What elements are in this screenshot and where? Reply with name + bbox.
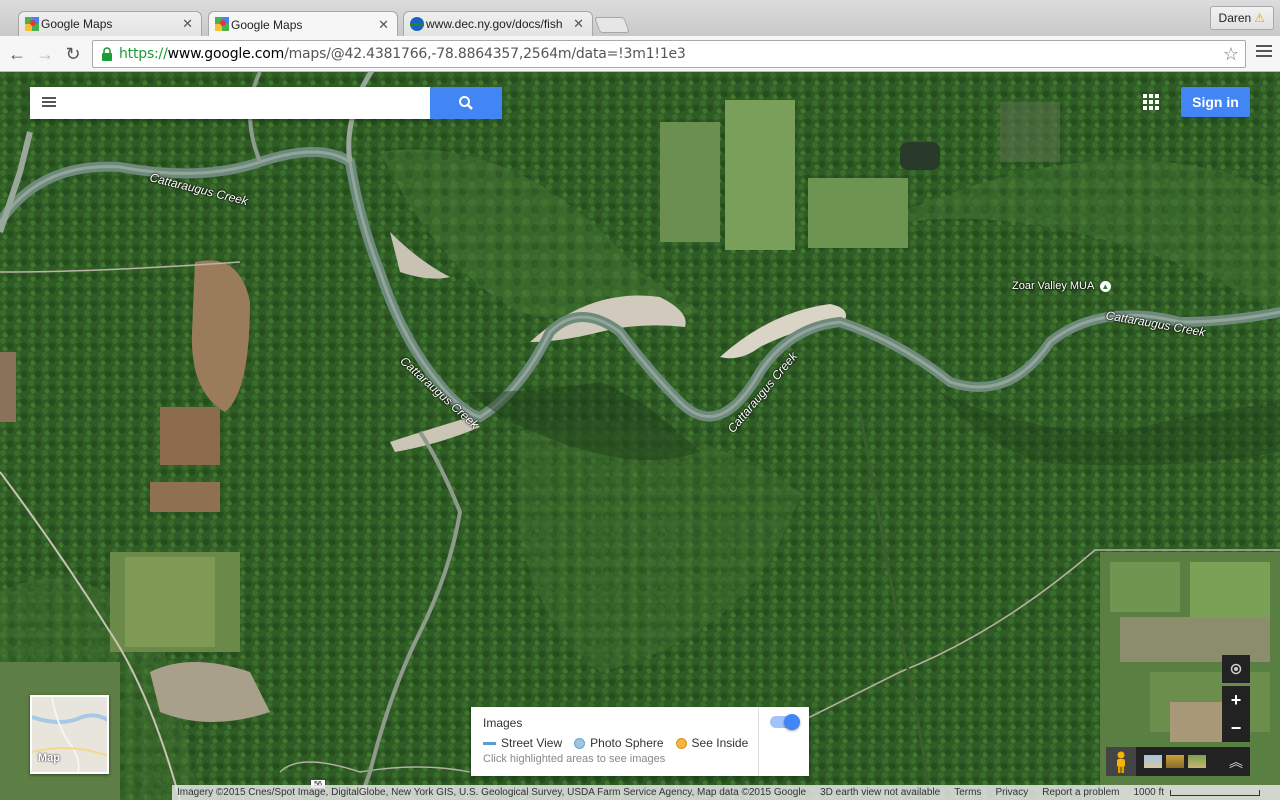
tab-close-icon[interactable]: ✕ bbox=[378, 17, 389, 33]
panel-divider bbox=[758, 707, 759, 776]
see-inside-dot-icon bbox=[675, 737, 687, 749]
sign-in-button[interactable]: Sign in bbox=[1181, 87, 1250, 117]
photo-sphere-dot-icon bbox=[574, 737, 586, 749]
tab-strip: Google Maps ✕ Google Maps ✕ www.dec.ny.g… bbox=[0, 0, 1280, 37]
street-view-line-icon bbox=[483, 741, 496, 745]
my-location-icon bbox=[1230, 663, 1242, 675]
google-maps-favicon-icon bbox=[215, 17, 229, 31]
minimap-label: Map bbox=[38, 752, 60, 764]
imagery-thumbnail[interactable] bbox=[1188, 755, 1206, 768]
google-maps-favicon-icon bbox=[25, 17, 39, 31]
poi-label-text: Zoar Valley MUA bbox=[1012, 280, 1094, 292]
poi-label[interactable]: Zoar Valley MUA ▲ bbox=[1012, 280, 1111, 292]
search-icon bbox=[459, 96, 473, 110]
imagery-thumbnail[interactable] bbox=[1144, 755, 1162, 768]
legend-photo-sphere: Photo Sphere bbox=[574, 736, 664, 750]
url-path: /maps/@42.4381766,-78.8864357,2564m/data… bbox=[284, 46, 686, 62]
images-legend: Street View Photo Sphere See Inside bbox=[483, 736, 748, 750]
tab-google-maps-2[interactable]: Google Maps ✕ bbox=[208, 11, 398, 37]
search-button[interactable] bbox=[430, 87, 502, 119]
apps-grid-icon[interactable] bbox=[1143, 94, 1159, 110]
bookmark-star-icon[interactable]: ☆ bbox=[1223, 44, 1239, 65]
legend-street-view: Street View bbox=[483, 736, 562, 750]
imagery-thumbnail[interactable] bbox=[1166, 755, 1184, 768]
earth-view-notice: 3D earth view not available bbox=[820, 787, 941, 798]
profile-name: Daren bbox=[1218, 11, 1252, 25]
search-box bbox=[30, 87, 430, 119]
tab-dec-ny[interactable]: www.dec.ny.gov/docs/fish ✕ bbox=[403, 11, 593, 36]
images-heading: Images bbox=[483, 716, 523, 730]
zoom-in-button[interactable]: + bbox=[1222, 686, 1250, 714]
menu-icon[interactable] bbox=[42, 97, 56, 109]
dec-ny-favicon-icon bbox=[410, 17, 424, 31]
new-tab-button[interactable] bbox=[594, 17, 630, 33]
url-text: https://www.google.com/maps/@42.4381766,… bbox=[119, 46, 686, 62]
expand-chevron-icon[interactable]: ︽ bbox=[1222, 747, 1250, 776]
back-arrow-icon[interactable]: ← bbox=[4, 41, 30, 67]
attribution-bar: Imagery ©2015 Cnes/Spot Image, DigitalGl… bbox=[172, 785, 1280, 800]
profile-button[interactable]: Daren ⚠ bbox=[1209, 6, 1274, 30]
search-input[interactable] bbox=[68, 88, 430, 118]
legend-see-inside: See Inside bbox=[675, 736, 749, 750]
report-problem-link[interactable]: Report a problem bbox=[1042, 787, 1119, 798]
browser-toolbar: ← → ↻ https://www.google.com/maps/@42.43… bbox=[0, 36, 1280, 72]
address-bar[interactable]: https://www.google.com/maps/@42.4381766,… bbox=[92, 40, 1246, 68]
forward-arrow-icon[interactable]: → bbox=[32, 41, 58, 67]
park-icon: ▲ bbox=[1099, 281, 1111, 292]
tab-google-maps-1[interactable]: Google Maps ✕ bbox=[18, 11, 202, 36]
tab-title: Google Maps bbox=[41, 17, 113, 31]
lock-icon bbox=[102, 47, 112, 61]
privacy-link[interactable]: Privacy bbox=[995, 787, 1028, 798]
warning-icon: ⚠ bbox=[1254, 11, 1265, 25]
browser-menu-icon[interactable] bbox=[1256, 45, 1272, 60]
legend-label: See Inside bbox=[691, 736, 749, 750]
images-panel: Images Street View Photo Sphere See Insi… bbox=[471, 707, 809, 776]
my-location-button[interactable] bbox=[1222, 655, 1250, 683]
tab-close-icon[interactable]: ✕ bbox=[182, 16, 193, 32]
map-type-switcher[interactable]: Map bbox=[30, 695, 109, 774]
images-hint: Click highlighted areas to see images bbox=[483, 753, 666, 765]
reload-icon[interactable]: ↻ bbox=[60, 41, 86, 67]
scale-bar bbox=[1170, 789, 1261, 796]
zoom-out-button[interactable]: − bbox=[1222, 714, 1250, 742]
tab-title: Google Maps bbox=[231, 17, 303, 32]
legend-label: Photo Sphere bbox=[590, 736, 664, 750]
pegman-icon[interactable] bbox=[1106, 747, 1136, 776]
url-scheme: https:// bbox=[119, 46, 168, 62]
tab-title: www.dec.ny.gov/docs/fish bbox=[426, 17, 563, 31]
legend-label: Street View bbox=[501, 736, 563, 750]
imagery-attribution: Imagery ©2015 Cnes/Spot Image, DigitalGl… bbox=[177, 787, 807, 798]
terms-link[interactable]: Terms bbox=[954, 787, 981, 798]
pegman-figure bbox=[1117, 751, 1125, 773]
tab-close-icon[interactable]: ✕ bbox=[573, 16, 584, 32]
scale-label[interactable]: 1000 ft bbox=[1134, 787, 1165, 798]
images-toggle[interactable] bbox=[770, 714, 800, 730]
satellite-map[interactable]: Cattaraugus Creek Cattaraugus Creek Catt… bbox=[0, 72, 1280, 800]
url-host: www.google.com bbox=[167, 46, 285, 62]
toggle-knob bbox=[784, 714, 800, 730]
